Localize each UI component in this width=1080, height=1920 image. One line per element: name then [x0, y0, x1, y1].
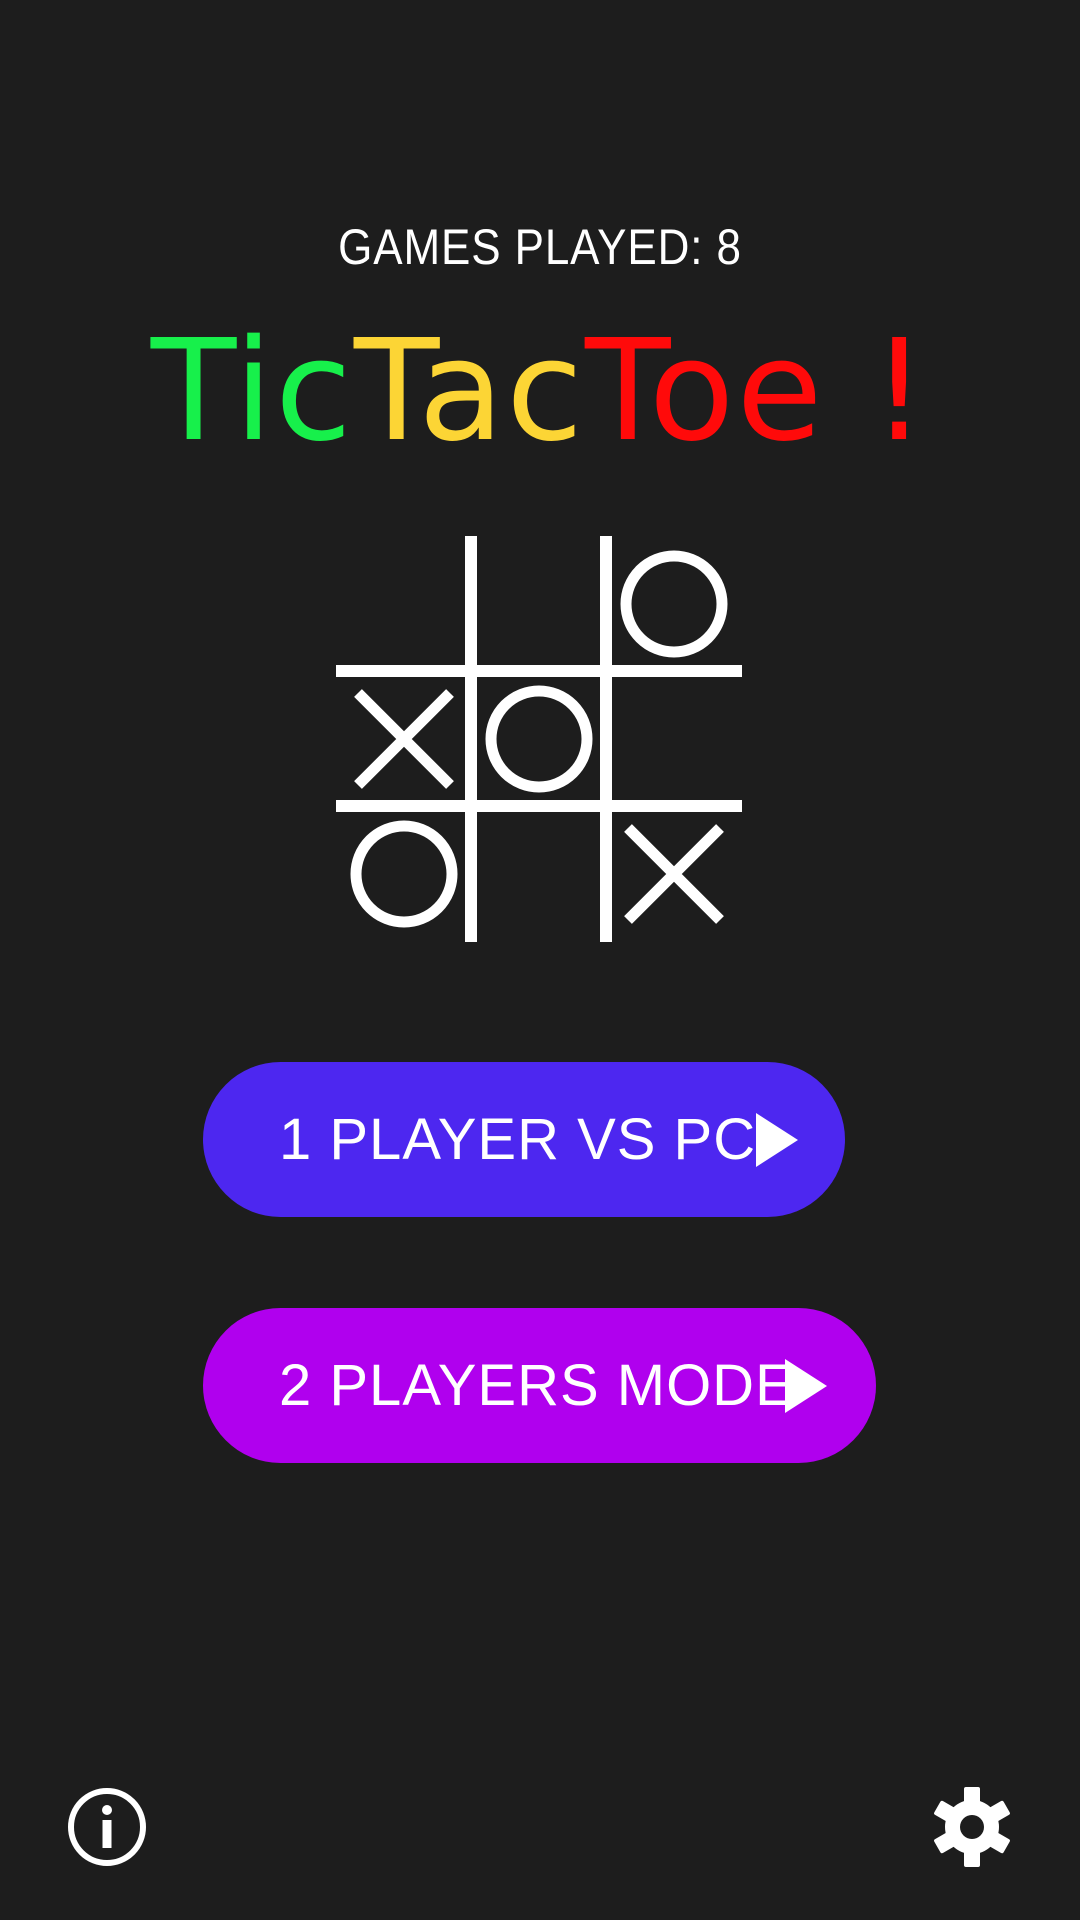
- grid-line-vertical-1: [465, 536, 477, 942]
- play-icon: [785, 1358, 827, 1413]
- two-players-mode-button[interactable]: 2 PLAYERS MODE: [203, 1308, 876, 1463]
- board-marks: [350, 550, 728, 928]
- grid-line-horizontal-2: [336, 800, 742, 812]
- info-icon[interactable]: [66, 1786, 148, 1868]
- x-mark-r3c3: [624, 824, 724, 924]
- o-mark-r3c1: [350, 820, 458, 928]
- x-mark-r2c1: [354, 689, 454, 789]
- grid-line-horizontal-1: [336, 665, 742, 677]
- home-screen: GAMES PLAYED: 8 TicTacToe ! 1 PLAYER VS …: [0, 0, 1080, 1920]
- o-mark-r1c3: [620, 550, 728, 658]
- play-icon: [756, 1112, 798, 1167]
- gear-icon[interactable]: [930, 1785, 1014, 1869]
- tictactoe-logo-board: [336, 536, 742, 942]
- app-title: TicTacToe !: [0, 322, 1080, 462]
- games-played-counter: GAMES PLAYED: 8: [338, 219, 742, 275]
- title-part-tic: Tic: [150, 310, 354, 473]
- one-player-button-label: 1 PLAYER VS PC: [279, 1107, 757, 1172]
- o-mark-r2c2: [485, 685, 593, 793]
- title-part-tac: Tac: [353, 310, 586, 473]
- two-players-button-label: 2 PLAYERS MODE: [279, 1353, 795, 1418]
- title-part-toe: Toe !: [585, 310, 930, 473]
- grid-line-vertical-2: [600, 536, 612, 942]
- one-player-vs-pc-button[interactable]: 1 PLAYER VS PC: [203, 1062, 845, 1217]
